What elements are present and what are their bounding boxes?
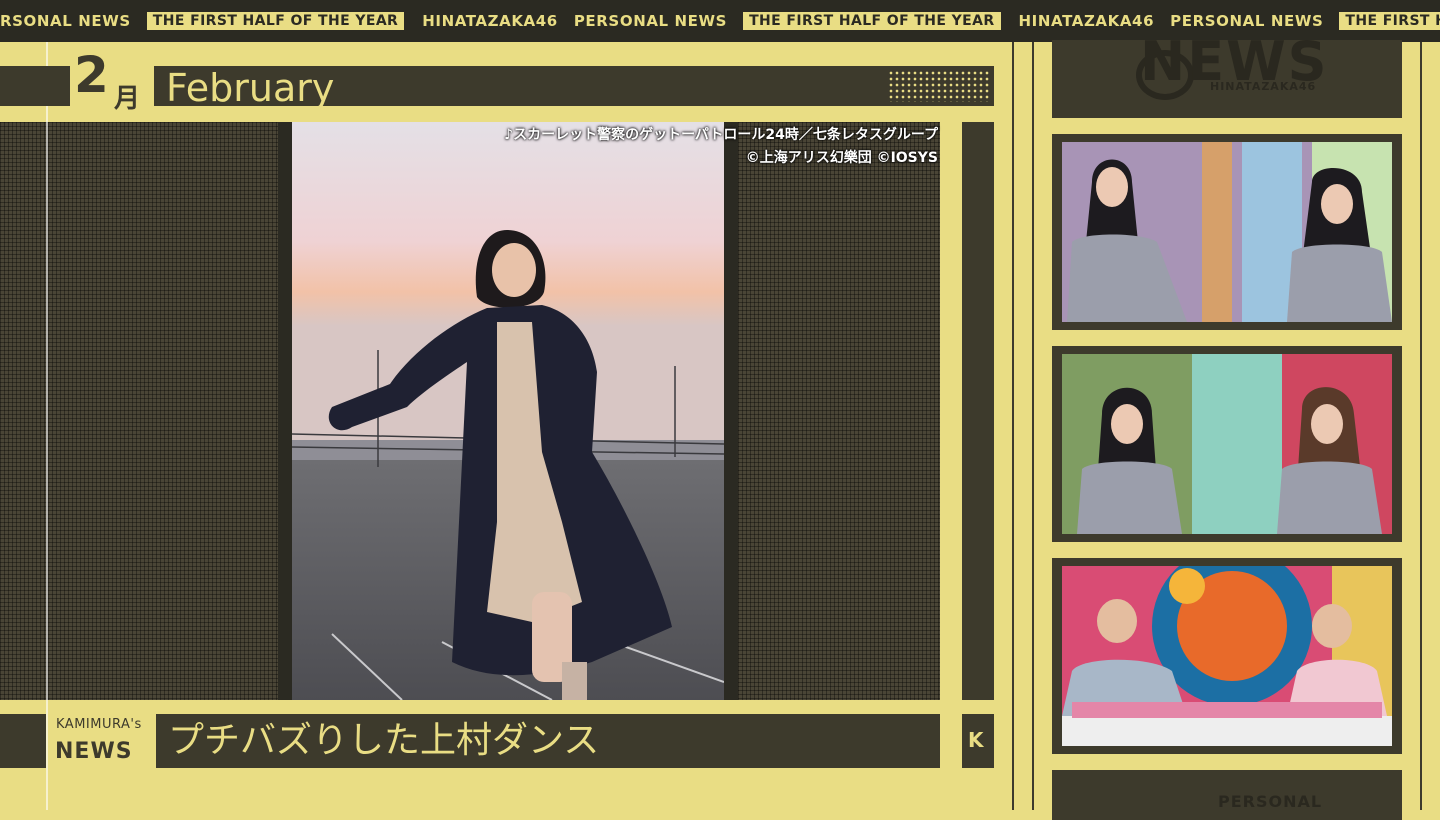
- column-line-3: [1420, 42, 1422, 810]
- news-logo-sub: HINATAZAKA46: [1210, 80, 1317, 93]
- thumbnail-2-illustration: [1062, 354, 1392, 534]
- left-guide-line: [46, 42, 48, 810]
- right-grid-panel: [738, 122, 940, 700]
- logo-bottom-text: NEWS: [55, 739, 133, 764]
- ticker-item: RSONAL NEWS: [0, 12, 131, 30]
- photo-left-border: [278, 122, 292, 700]
- ticker-item: HINATAZAKA46: [422, 12, 558, 30]
- column-line: [1012, 42, 1014, 810]
- column-line-2: [1032, 42, 1034, 810]
- ticker-box-item: THE FIRST HALF OF THE YEAR: [146, 12, 405, 30]
- main-photo: [292, 122, 724, 700]
- thumbnail-1-illustration: [1062, 142, 1392, 322]
- right-vertical-strip: [962, 122, 994, 700]
- bottom-panel-label: PERSONAL: [1218, 792, 1323, 811]
- thumbnail-2: [1062, 354, 1392, 534]
- divider: [0, 700, 1000, 708]
- ticker-item: PERSONAL NEWS: [1170, 12, 1324, 30]
- month-kanji: 月: [114, 84, 141, 114]
- ticker-item: PERSONAL NEWS: [573, 12, 728, 30]
- caption-text: プチバズりした上村ダンス: [168, 720, 600, 761]
- dot-pattern: [888, 70, 990, 102]
- logo-top-text: KAMIMURA's: [56, 717, 142, 732]
- ticker-box-item: THE FIRST HALF OF THE YE: [1339, 12, 1440, 30]
- thumbnail-3-illustration: [1062, 566, 1392, 746]
- left-grid-panel: [0, 122, 278, 700]
- caption-badge: K: [968, 728, 984, 752]
- month-number: 2: [74, 46, 109, 104]
- photo-illustration: [292, 122, 724, 700]
- photo-right-border: [724, 122, 738, 700]
- caption-left-block: [0, 714, 46, 768]
- ticker-box-item: THE FIRST HALF OF THE YEAR: [743, 12, 1001, 30]
- ticker-item: HINATAZAKA46: [1018, 12, 1155, 30]
- copyright-credit: ©上海アリス幻樂団 ©IOSYS: [745, 150, 938, 166]
- music-credit: ♪スカーレット警察のゲットーパトロール24時／七条レタスグループ: [504, 127, 938, 143]
- thumbnail-1: [1062, 142, 1392, 322]
- thumbnail-3: [1062, 566, 1392, 746]
- month-name: February: [166, 66, 335, 110]
